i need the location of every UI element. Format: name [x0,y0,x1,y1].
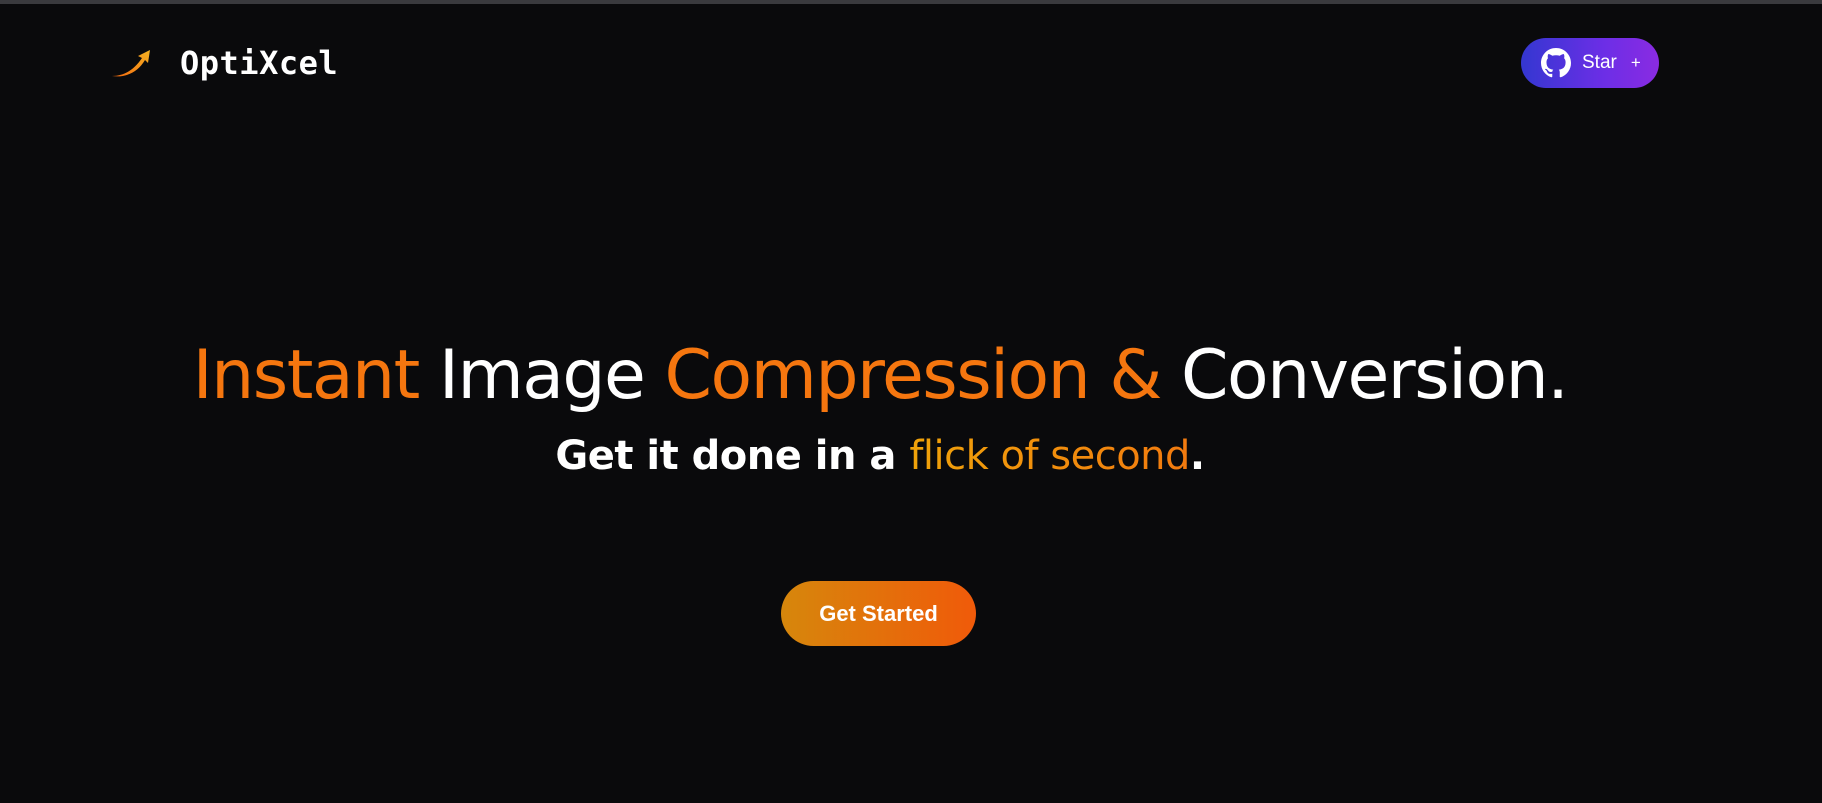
arrow-up-right-icon [112,50,150,77]
hero-section: Instant Image Compression & Conversion. … [0,330,1760,486]
star-label: Star [1582,52,1617,73]
hero-headline: Instant Image Compression & Conversion. [0,330,1760,422]
headline-word-image: Image [438,336,646,415]
brand-logo[interactable]: OptiXcel [110,44,338,82]
plus-icon: + [1630,53,1641,72]
subheadline-suffix: . [1189,433,1205,479]
github-icon [1541,48,1571,78]
subheadline-prefix: Get it done in a [555,433,896,479]
hero-subheadline: Get it done in a flick of second. [0,426,1760,486]
headline-word-conversion: Conversion. [1181,336,1569,415]
headline-word-compression: Compression & [664,336,1163,415]
subheadline-highlight: flick of second [909,433,1190,479]
headline-word-instant: Instant [192,336,421,415]
github-star-button[interactable]: Star + [1521,38,1659,88]
brand-name: OptiXcel [180,44,339,82]
site-header: OptiXcel Star + [0,4,1822,120]
get-started-button[interactable]: Get Started [781,581,976,646]
